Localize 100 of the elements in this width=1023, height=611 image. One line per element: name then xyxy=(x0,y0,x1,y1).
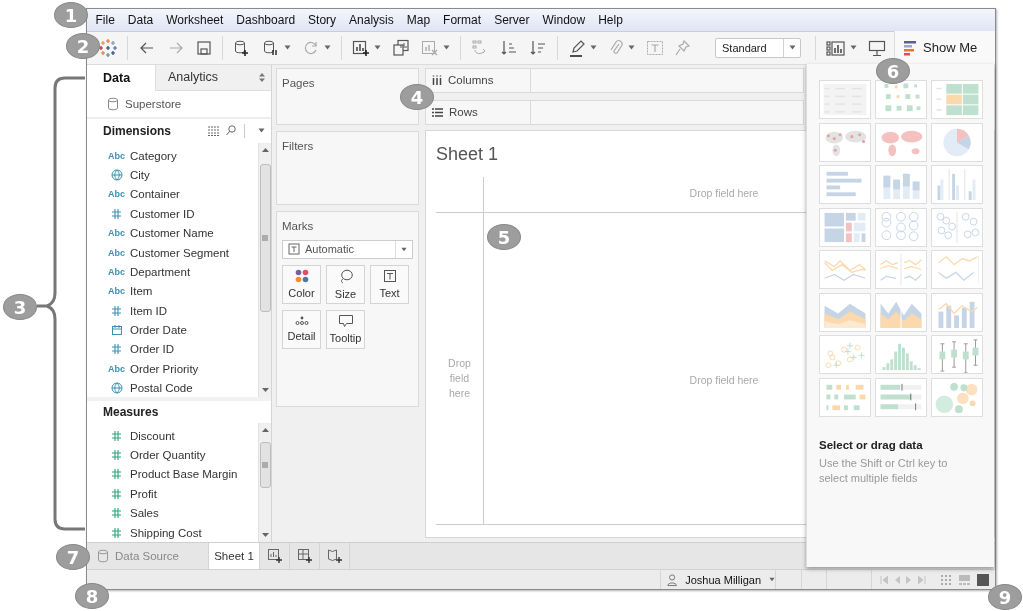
chart-type-button[interactable] xyxy=(931,80,983,119)
list-view-icon[interactable] xyxy=(208,125,220,136)
mark-property-button[interactable]: Color xyxy=(282,264,321,304)
caret-icon[interactable] xyxy=(850,45,857,51)
last-page-icon[interactable] xyxy=(918,575,926,584)
menu-item[interactable]: Data xyxy=(121,12,160,27)
chart-type-button[interactable] xyxy=(931,377,983,417)
first-page-icon[interactable] xyxy=(880,575,888,584)
pin-icon[interactable] xyxy=(675,38,691,57)
database-add-icon[interactable] xyxy=(233,38,251,57)
chart-type-button[interactable] xyxy=(819,122,871,162)
chart-type-button[interactable] xyxy=(875,165,927,204)
field-item[interactable]: Shipping Cost xyxy=(87,522,258,543)
new-story-icon[interactable] xyxy=(326,548,343,565)
chart-type-button[interactable] xyxy=(875,335,927,374)
chart-type-button[interactable] xyxy=(875,122,927,162)
field-item[interactable]: Profit xyxy=(87,484,258,504)
field-item[interactable]: Abc Customer Name xyxy=(87,223,258,243)
scrollbar[interactable] xyxy=(258,422,271,543)
field-item[interactable]: Abc Customer Segment xyxy=(87,242,258,263)
filmstrip-view-icon[interactable] xyxy=(958,573,971,586)
chart-type-button[interactable] xyxy=(931,122,983,162)
grid-view-icon[interactable] xyxy=(940,573,952,586)
menu-item[interactable]: Window xyxy=(535,12,592,27)
caret-icon[interactable] xyxy=(443,45,450,51)
mark-property-button[interactable]: Size xyxy=(326,264,365,304)
chart-layout-icon[interactable] xyxy=(826,38,846,57)
field-item[interactable]: Order ID xyxy=(87,339,258,360)
scroll-up-icon[interactable] xyxy=(261,427,269,432)
field-item[interactable]: Abc Category xyxy=(87,145,258,166)
mark-property-button[interactable]: Tooltip xyxy=(326,309,365,349)
highlighter-icon[interactable] xyxy=(568,38,586,57)
field-item[interactable]: Customer ID xyxy=(87,204,258,224)
sort-descending-icon[interactable] xyxy=(529,38,547,57)
field-item[interactable]: Abc Order Priority xyxy=(87,359,258,379)
field-item[interactable]: Order Date xyxy=(87,320,258,340)
caret-icon[interactable] xyxy=(284,45,291,51)
text-box-icon[interactable] xyxy=(646,38,664,57)
field-item[interactable]: Discount xyxy=(87,425,258,446)
field-item[interactable]: Abc Department xyxy=(87,262,258,282)
previous-page-icon[interactable] xyxy=(894,575,900,584)
menu-item[interactable]: Map xyxy=(400,12,437,27)
scroll-down-icon[interactable] xyxy=(261,533,269,538)
mark-type-dropdown[interactable]: Automatic xyxy=(282,239,413,259)
sheet-tab[interactable]: Sheet 1 xyxy=(208,543,260,570)
duplicate-chart-icon[interactable] xyxy=(392,38,410,57)
field-item[interactable]: Item ID xyxy=(87,301,258,321)
field-item[interactable]: Abc Item xyxy=(87,281,258,301)
menu-item[interactable]: Format xyxy=(436,12,488,27)
chart-type-button[interactable] xyxy=(931,250,983,289)
chart-type-button[interactable] xyxy=(819,80,871,119)
menu-item[interactable]: Help xyxy=(591,12,630,27)
chart-type-button[interactable] xyxy=(875,207,927,247)
next-page-icon[interactable] xyxy=(906,575,912,584)
chart-type-button[interactable] xyxy=(931,292,983,332)
field-item[interactable]: Sales xyxy=(87,503,258,523)
user-menu[interactable]: Joshua Milligan xyxy=(660,570,776,589)
paperclip-icon[interactable] xyxy=(608,38,624,57)
chart-type-button[interactable] xyxy=(931,207,983,247)
caret-icon[interactable] xyxy=(628,45,635,51)
chart-type-button[interactable] xyxy=(819,335,871,374)
chart-type-button[interactable] xyxy=(875,80,927,119)
chart-type-button[interactable] xyxy=(875,377,927,417)
caret-icon[interactable] xyxy=(324,45,331,51)
scrollbar[interactable] xyxy=(258,142,271,397)
save-icon[interactable] xyxy=(196,39,212,56)
show-me-tab[interactable]: Show Me xyxy=(894,31,995,65)
chart-type-button[interactable] xyxy=(819,250,871,289)
rows-shelf[interactable]: Rows xyxy=(425,99,804,125)
scroll-down-icon[interactable] xyxy=(261,387,269,392)
menu-item[interactable]: Worksheet xyxy=(159,12,230,27)
menu-item[interactable]: Story xyxy=(301,12,343,27)
scrollbar-thumb[interactable] xyxy=(259,441,271,488)
mark-property-button[interactable]: Text xyxy=(370,264,409,304)
chart-type-button[interactable] xyxy=(875,292,927,332)
chart-type-button[interactable] xyxy=(875,250,927,289)
chart-type-button[interactable] xyxy=(931,335,983,374)
caret-icon[interactable] xyxy=(258,128,265,134)
chart-type-button[interactable] xyxy=(819,377,871,417)
chart-type-button[interactable] xyxy=(819,292,871,332)
field-item[interactable]: Product Base Margin xyxy=(87,464,258,485)
scroll-up-icon[interactable] xyxy=(261,147,269,152)
mark-property-button[interactable]: Detail xyxy=(282,309,321,349)
field-item[interactable]: Order Quantity xyxy=(87,445,258,465)
chart-type-button[interactable] xyxy=(819,165,871,204)
logo-icon[interactable] xyxy=(99,38,117,57)
data-source-name[interactable]: Superstore xyxy=(125,97,182,110)
columns-shelf[interactable]: Columns xyxy=(425,67,804,93)
caret-icon[interactable] xyxy=(374,45,381,51)
sort-ascending-icon[interactable] xyxy=(500,38,518,57)
field-item[interactable]: City xyxy=(87,165,258,185)
menu-item[interactable]: Analysis xyxy=(342,12,401,27)
scrollbar-thumb[interactable] xyxy=(259,163,271,312)
chart-type-button[interactable] xyxy=(931,165,983,204)
search-icon[interactable] xyxy=(226,125,236,137)
presentation-icon[interactable] xyxy=(868,38,886,57)
database-pause-icon[interactable] xyxy=(262,38,280,57)
new-worksheet-icon[interactable] xyxy=(266,548,283,565)
pane-tab[interactable]: Analytics xyxy=(155,64,271,91)
menu-item[interactable]: File xyxy=(89,12,122,27)
